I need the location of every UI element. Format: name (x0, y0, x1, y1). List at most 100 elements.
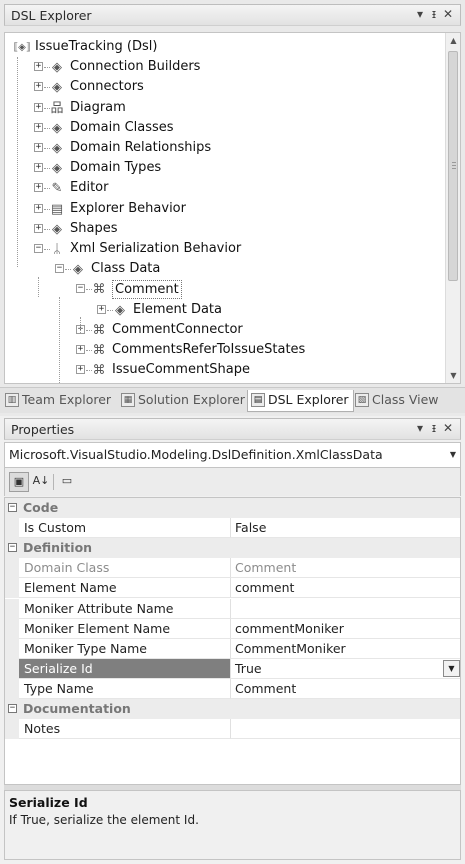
tree-node-label: IssueState (112, 380, 180, 383)
property-value[interactable]: CommentMoniker (230, 638, 460, 659)
tree-node[interactable]: + ◈ Connectors (5, 77, 445, 97)
dropdown-arrow-icon[interactable]: ▼ (443, 659, 460, 677)
property-pages-icon[interactable]: ▭ (57, 472, 77, 492)
property-row[interactable]: Serialize Id True ▼ (5, 658, 460, 679)
explorer-behavior-icon: ▤ (50, 201, 64, 217)
tree-vertical-scrollbar[interactable]: ▲ ▼ (445, 33, 460, 383)
expand-icon[interactable]: + (34, 102, 43, 112)
tab-label: Solution Explorer (138, 392, 245, 407)
tree-node[interactable]: + ◈ Element Data (5, 300, 445, 320)
tree-node[interactable]: + ◈ Domain Relationships (5, 138, 445, 158)
property-row[interactable]: Is Custom False (5, 518, 460, 539)
property-row[interactable]: Moniker Attribute Name (5, 598, 460, 619)
tab-team-explorer[interactable]: ▥ Team Explorer (2, 390, 115, 412)
property-row[interactable]: Notes (5, 719, 460, 740)
collapse-icon[interactable]: − (8, 704, 17, 713)
window-position-dropdown-icon[interactable]: ▾ (414, 421, 428, 435)
scroll-up-arrow-icon[interactable]: ▲ (446, 33, 460, 48)
alphabetical-icon[interactable]: A↓ (31, 472, 51, 492)
property-name: Is Custom (19, 518, 230, 539)
tree-node[interactable]: − ⌘ Comment (5, 279, 445, 300)
dsl-explorer-tree[interactable]: ⟦◈⟧ IssueTracking (Dsl) + ◈ Connection Build… (4, 32, 461, 384)
expand-icon[interactable]: + (34, 143, 43, 152)
property-value[interactable] (230, 719, 460, 740)
property-category[interactable]: − Definition (5, 538, 460, 559)
properties-title: Properties (11, 422, 75, 437)
expand-icon[interactable]: + (76, 365, 85, 375)
property-row[interactable]: Type Name Comment (5, 678, 460, 699)
property-value[interactable]: False (230, 518, 460, 539)
tree-node[interactable]: − ◈ Class Data (5, 259, 445, 279)
object-selector-combo[interactable]: Microsoft.VisualStudio.Modeling.DslDefin… (4, 442, 461, 468)
tree-node[interactable]: − ᛦ Xml Serialization Behavior (5, 239, 445, 259)
expand-icon[interactable]: + (34, 203, 43, 213)
expand-icon[interactable]: + (34, 163, 43, 173)
tab-label: Team Explorer (22, 392, 112, 407)
tree-node-label: IssueCommentShape (112, 362, 251, 378)
tree-node[interactable]: + ✎ Editor (5, 178, 445, 198)
folder-diamond-icon: ◈ (52, 161, 62, 177)
tab-dsl-explorer[interactable]: ▤ DSL Explorer (247, 390, 354, 412)
property-row[interactable]: Moniker Element Name commentMoniker (5, 618, 460, 639)
tree-node-label: Editor (70, 180, 109, 196)
class-view-icon: ▧ (355, 393, 369, 407)
window-position-dropdown-icon[interactable]: ▾ (414, 7, 428, 21)
tree-node-label: Comment (112, 280, 182, 300)
tree-node[interactable]: + ◈ Domain Types (5, 158, 445, 178)
expand-icon[interactable]: + (34, 122, 43, 132)
chevron-down-icon[interactable]: ▼ (450, 443, 456, 467)
close-icon[interactable]: ✕ (442, 421, 456, 435)
tree-node[interactable]: + 品 Diagram (5, 98, 445, 118)
expand-icon[interactable]: + (34, 62, 43, 72)
property-value[interactable]: commentMoniker (230, 618, 460, 639)
tree-node-label: Domain Types (70, 160, 162, 176)
collapse-icon[interactable]: − (8, 503, 17, 512)
scrollbar-thumb[interactable] (448, 51, 458, 281)
property-row[interactable]: Moniker Type Name CommentMoniker (5, 638, 460, 659)
property-row[interactable]: Domain Class Comment (5, 558, 460, 579)
category-label: Code (23, 500, 59, 515)
expand-icon[interactable]: + (76, 345, 85, 354)
tree-node[interactable]: + ◈ Connection Builders (5, 57, 445, 77)
tree-node[interactable]: + ⌘ CommentsReferToIssueStates (5, 340, 445, 360)
auto-hide-pin-icon[interactable]: ᵻ (428, 7, 442, 21)
expand-icon[interactable]: + (34, 183, 43, 193)
editor-icon: ✎ (51, 181, 63, 197)
tree-node[interactable]: + ▤ Explorer Behavior (5, 199, 445, 219)
property-value: Comment (230, 558, 460, 579)
property-category[interactable]: − Documentation (5, 699, 460, 719)
property-value[interactable]: Comment (230, 678, 460, 699)
close-icon[interactable]: ✕ (442, 7, 456, 21)
tree-node[interactable]: ⟦◈⟧ IssueTracking (Dsl) (5, 37, 445, 57)
tree-node[interactable]: +⌘IssueState (5, 380, 445, 383)
properties-titlebar: Properties ▾ ᵻ ✕ (4, 418, 461, 440)
tab-label: Class View (372, 392, 439, 407)
diagram-icon: 品 (50, 100, 64, 116)
expand-icon[interactable]: + (97, 304, 106, 314)
tree-node[interactable]: + ⌘ IssueCommentShape (5, 360, 445, 380)
categorized-icon[interactable]: ▣ (9, 472, 29, 492)
folder-diamond-icon: ◈ (52, 80, 62, 96)
property-value[interactable]: True ▼ (230, 658, 460, 679)
property-value[interactable]: comment (230, 578, 460, 599)
tree-node-label: CommentConnector (112, 321, 243, 337)
tab-class-view[interactable]: ▧ Class View (352, 390, 443, 412)
collapse-icon[interactable]: − (76, 284, 85, 294)
tree-node[interactable]: + ⌘ CommentConnector (5, 320, 445, 340)
tree-node[interactable]: + ◈ Domain Classes (5, 118, 445, 138)
xml-class-data-icon: ⌘ (92, 363, 106, 379)
expand-icon[interactable]: + (34, 82, 43, 92)
property-grid[interactable]: − Code Is Custom False − Definition Domain Cla… (4, 497, 461, 785)
collapse-icon[interactable]: − (8, 543, 17, 553)
property-row[interactable]: Element Name comment (5, 578, 460, 599)
property-category[interactable]: − Code (5, 498, 460, 518)
collapse-icon[interactable]: − (55, 264, 64, 274)
tree-node[interactable]: + ◈ Shapes (5, 219, 445, 239)
auto-hide-pin-icon[interactable]: ᵻ (428, 421, 442, 435)
tab-solution-explorer[interactable]: ▦ Solution Explorer (118, 390, 249, 412)
category-label: Documentation (23, 701, 131, 716)
scroll-down-arrow-icon[interactable]: ▼ (446, 368, 460, 383)
property-value[interactable] (230, 598, 460, 619)
expand-icon[interactable]: + (34, 223, 43, 233)
collapse-icon[interactable]: − (34, 244, 43, 253)
